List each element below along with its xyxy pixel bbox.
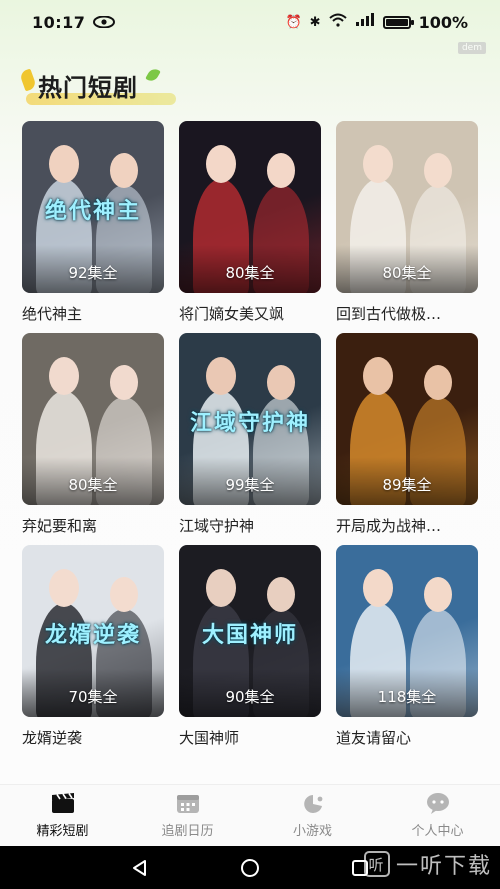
drama-title[interactable]: 大国神师 xyxy=(179,727,321,748)
poster-face xyxy=(363,145,393,183)
signal-icon xyxy=(355,13,375,31)
bluetooth-icon: ✱ xyxy=(309,14,321,30)
drama-title[interactable]: 龙婿逆袭 xyxy=(22,727,164,748)
calendar-icon xyxy=(175,792,201,814)
poster-face xyxy=(424,365,452,400)
drama-card[interactable]: 80集全回到古代做极… xyxy=(336,121,478,333)
drama-title[interactable]: 回到古代做极… xyxy=(336,303,478,324)
clapperboard-icon xyxy=(50,792,76,814)
poster-face xyxy=(424,153,452,188)
nav-item-profile[interactable]: 个人中心 xyxy=(375,785,500,846)
bottom-nav: 精彩短剧 追剧日历 小游戏 个人中心 xyxy=(0,784,500,846)
poster-face xyxy=(110,153,138,188)
episode-count: 80集全 xyxy=(68,476,118,494)
drama-poster[interactable]: 80集全 xyxy=(336,121,478,293)
poster-title-art: 龙婿逆袭 xyxy=(44,623,141,648)
drama-poster[interactable]: 绝代神主 92集全 xyxy=(22,121,164,293)
gamepad-icon xyxy=(300,792,326,814)
drama-title[interactable]: 开局成为战神… xyxy=(336,515,478,536)
drama-card[interactable]: 绝代神主 92集全 绝代神主 xyxy=(22,121,164,333)
leaf-icon xyxy=(145,65,161,84)
poster-face xyxy=(267,153,295,188)
poster-face xyxy=(206,357,236,395)
drama-card[interactable]: 80集全将门嫡女美又飒 xyxy=(179,121,321,333)
status-bar: 10:17 ⏰ ✱ 100% xyxy=(0,0,500,44)
watermark: 听 一听下载 xyxy=(363,848,492,880)
episode-count: 80集全 xyxy=(382,264,432,282)
poster-face xyxy=(267,577,295,612)
poster-face xyxy=(267,365,295,400)
battery-text: 100% xyxy=(418,12,468,32)
poster-face xyxy=(49,357,79,395)
drama-poster[interactable]: 大国神师 90集全 xyxy=(179,545,321,717)
drama-title[interactable]: 道友请留心 xyxy=(336,727,478,748)
nav-item-games[interactable]: 小游戏 xyxy=(250,785,375,846)
drama-grid: 绝代神主 92集全 绝代神主 80集全 将门嫡女美又飒 80集全 回到古代做极… 80集全 弃妃… xyxy=(22,121,480,757)
episode-count: 92集全 xyxy=(68,264,118,282)
drama-card[interactable]: 大国神师 90集全 大国神师 xyxy=(179,545,321,757)
nav-item-calendar[interactable]: 追剧日历 xyxy=(125,785,250,846)
nav-label: 个人中心 xyxy=(411,824,464,839)
nav-label: 小游戏 xyxy=(292,824,332,839)
poster-face xyxy=(363,357,393,395)
battery-icon xyxy=(382,15,414,29)
drama-poster[interactable]: 江域守护神 99集全 xyxy=(179,333,321,505)
drama-poster[interactable]: 龙婿逆袭 70集全 xyxy=(22,545,164,717)
poster-face xyxy=(206,145,236,183)
episode-count: 90集全 xyxy=(225,688,275,706)
drama-title[interactable]: 绝代神主 xyxy=(22,303,164,324)
wifi-icon xyxy=(328,13,347,31)
poster-face xyxy=(206,569,236,607)
drama-poster[interactable]: 80集全 xyxy=(179,121,321,293)
drama-card[interactable]: 龙婿逆袭 70集全 龙婿逆袭 xyxy=(22,545,164,757)
watermark-text: 一听下载 xyxy=(395,854,492,879)
poster-title-art: 绝代神主 xyxy=(44,199,141,224)
poster-title-art: 大国神师 xyxy=(201,623,298,648)
back-icon[interactable] xyxy=(130,858,150,878)
episode-count: 99集全 xyxy=(225,476,275,494)
status-time: 10:17 xyxy=(32,12,86,32)
drama-card[interactable]: 80集全弃妃要和离 xyxy=(22,333,164,545)
poster-face xyxy=(363,569,393,607)
title-wrap: 热门短剧 xyxy=(18,64,176,107)
episode-count: 89集全 xyxy=(382,476,432,494)
episode-count: 70集全 xyxy=(68,688,118,706)
poster-title-art: 江域守护神 xyxy=(189,411,310,436)
home-icon[interactable] xyxy=(240,858,260,878)
status-icons: ⏰ ✱ 100% xyxy=(285,13,468,32)
drama-title[interactable]: 弃妃要和离 xyxy=(22,515,164,536)
poster-face xyxy=(110,577,138,612)
eye-icon xyxy=(93,16,116,28)
drama-title[interactable]: 江域守护神 xyxy=(179,515,321,536)
watermark-logo: 听 xyxy=(363,851,390,877)
drama-card[interactable]: 89集全开局成为战神… xyxy=(336,333,478,545)
episode-count: 80集全 xyxy=(225,264,275,282)
poster-face xyxy=(110,365,138,400)
corner-tag: dem xyxy=(457,42,486,54)
poster-face xyxy=(424,577,452,612)
drama-card[interactable]: 江域守护神 99集全 江域守护神 xyxy=(179,333,321,545)
page-title: 热门短剧 xyxy=(38,73,138,102)
nav-label: 追剧日历 xyxy=(161,824,214,839)
leaf-icon xyxy=(18,68,38,91)
chat-bubble-icon xyxy=(425,792,451,814)
poster-face xyxy=(49,569,79,607)
drama-poster[interactable]: 80集全 xyxy=(22,333,164,505)
drama-poster[interactable]: 89集全 xyxy=(336,333,478,505)
nav-item-drama[interactable]: 精彩短剧 xyxy=(0,785,125,846)
drama-card[interactable]: 118集全道友请留心 xyxy=(336,545,478,757)
poster-face xyxy=(49,145,79,183)
alarm-icon: ⏰ xyxy=(285,14,302,30)
nav-label: 精彩短剧 xyxy=(36,824,89,839)
drama-poster[interactable]: 118集全 xyxy=(336,545,478,717)
episode-count: 118集全 xyxy=(377,688,437,706)
header: 热门短剧 xyxy=(18,64,176,107)
drama-title[interactable]: 将门嫡女美又飒 xyxy=(179,303,321,324)
